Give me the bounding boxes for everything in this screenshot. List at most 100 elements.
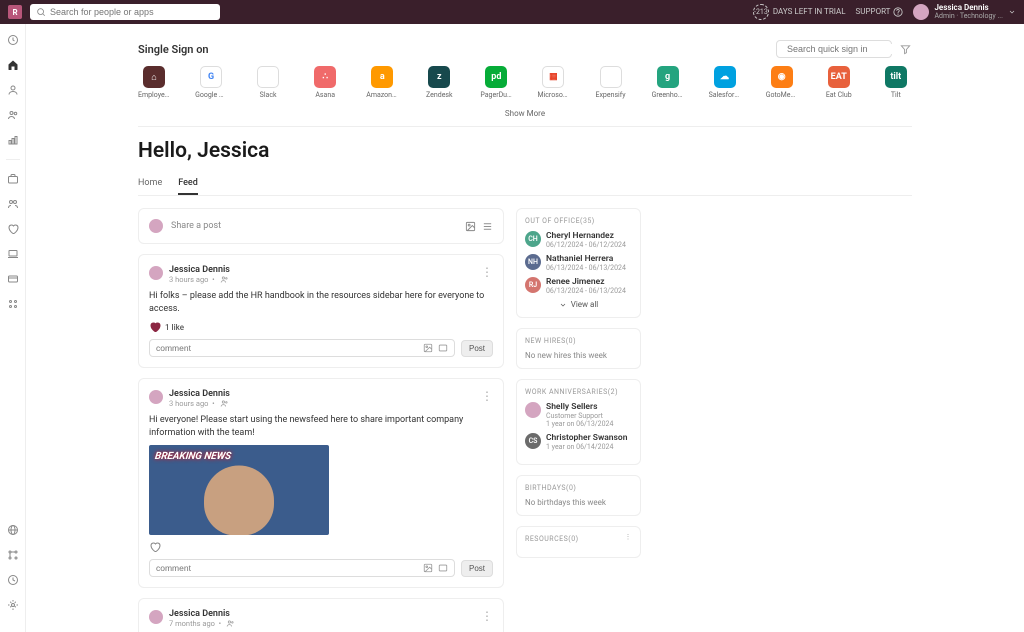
post-author[interactable]: Jessica Dennis (169, 389, 230, 399)
ooo-person[interactable]: RJ Renee Jimenez06/13/2024 - 06/13/2024 (525, 277, 632, 295)
nav-settings-icon[interactable] (7, 599, 19, 611)
post-author[interactable]: Jessica Dennis (169, 265, 230, 275)
post-comment-button[interactable]: Post (461, 560, 493, 577)
view-all-link[interactable]: View all (525, 300, 632, 309)
nav-briefcase-icon[interactable] (7, 173, 19, 185)
app-label: Zendesk (423, 91, 455, 99)
more-icon[interactable]: ⋮ (625, 533, 633, 541)
tab-home[interactable]: Home (138, 173, 162, 195)
person-role: 1 year on 06/14/2024 (546, 443, 627, 451)
sso-app[interactable]: EATEat Club (823, 66, 855, 99)
support-link[interactable]: SUPPORT (856, 7, 904, 17)
comment-input-wrap[interactable] (149, 339, 455, 357)
avatar (913, 4, 929, 20)
sso-title: Single Sign on (138, 43, 209, 56)
sso-app[interactable]: pdPagerDuty (480, 66, 512, 99)
gif-icon[interactable] (438, 563, 448, 573)
nav-laptop-icon[interactable] (7, 248, 19, 260)
anniv-person[interactable]: Shelly SellersCustomer Support1 year on … (525, 402, 632, 428)
left-nav (0, 24, 26, 632)
ooo-person[interactable]: CH Cheryl Hernandez06/12/2024 - 06/12/20… (525, 231, 632, 249)
comment-input[interactable] (156, 343, 423, 353)
people-icon (220, 275, 229, 284)
global-search-input[interactable] (50, 7, 214, 17)
nav-history-icon[interactable] (7, 574, 19, 586)
anniv-person[interactable]: CS Christopher Swanson1 year on 06/14/20… (525, 433, 632, 451)
app-label: PagerDuty (480, 91, 512, 99)
sso-app[interactable]: z Zendesk (423, 66, 455, 99)
person-dates: 06/13/2024 - 06/13/2024 (546, 264, 626, 272)
sso-filter-button[interactable] (898, 42, 912, 56)
app-tile: ⌂ (143, 66, 165, 88)
person-name: Nathaniel Herrera (546, 254, 626, 264)
nav-globe-icon[interactable] (7, 524, 19, 536)
sso-app[interactable]: gGreenhouse (652, 66, 684, 99)
sso-app[interactable]: tiltTilt (880, 66, 912, 99)
post-menu[interactable]: ⋮ (481, 609, 493, 623)
app-logo[interactable]: R (8, 5, 22, 19)
post-menu[interactable]: ⋮ (481, 265, 493, 279)
person-name: Shelly Sellers (546, 402, 613, 412)
sso-app[interactable]: ◉ GotoMeet... (766, 66, 798, 99)
sso-show-more[interactable]: Show More (138, 105, 912, 126)
sso-app[interactable]: ⁜Slack (252, 66, 284, 99)
sso-app[interactable]: ☁Salesforce (709, 66, 741, 99)
share-input[interactable]: Share a post (171, 221, 457, 231)
share-card: Share a post (138, 208, 504, 244)
sso-app[interactable]: ⌂Employee ... (138, 66, 170, 99)
nav-team-icon[interactable] (7, 198, 19, 210)
nav-heart-icon[interactable] (7, 223, 19, 235)
like-button[interactable] (149, 541, 161, 553)
sso-search[interactable] (776, 40, 892, 58)
sso-app[interactable]: GGoogle W... (195, 66, 227, 99)
app-tile: z (428, 66, 450, 88)
app-label: Amazon ... (366, 91, 398, 99)
app-tile: ☁ (714, 66, 736, 88)
global-search[interactable] (30, 4, 220, 20)
tab-feed[interactable]: Feed (178, 173, 198, 195)
post-menu[interactable]: ⋮ (481, 389, 493, 403)
post-author[interactable]: Jessica Dennis (169, 609, 235, 619)
sso-app[interactable]: ∴Asana (309, 66, 341, 99)
nav-reports-icon[interactable] (7, 134, 19, 146)
nav-card-icon[interactable] (7, 273, 19, 285)
like-button[interactable] (149, 321, 161, 333)
image-icon[interactable] (423, 563, 433, 573)
app-tile: g (657, 66, 679, 88)
user-menu[interactable]: Jessica Dennis Admin · Technology ... (913, 4, 1016, 20)
app-tile: EAT (828, 66, 850, 88)
trial-days: -213 (753, 4, 769, 20)
newhires-title: NEW HIRES(0) (525, 337, 632, 345)
post-image[interactable]: BREAKING NEWS (149, 445, 329, 535)
nav-apps-icon[interactable] (7, 298, 19, 310)
bday-title: BIRTHDAYS(0) (525, 484, 632, 492)
nav-org-icon[interactable] (7, 549, 19, 561)
post-comment-button[interactable]: Post (461, 340, 493, 357)
image-icon[interactable] (465, 221, 476, 232)
person-dates: 06/13/2024 - 06/13/2024 (546, 287, 626, 295)
sso-search-input[interactable] (787, 44, 904, 54)
gif-icon[interactable] (438, 343, 448, 353)
feed-tabs: Home Feed (138, 173, 912, 196)
avatar: RJ (525, 277, 541, 293)
chevron-down-icon (559, 301, 567, 309)
main-scroll[interactable]: Single Sign on ⌂Employee ... GGoogle W...… (26, 24, 1024, 632)
sso-app[interactable]: EExpensify (595, 66, 627, 99)
nav-home-icon[interactable] (7, 59, 19, 71)
comment-input[interactable] (156, 563, 423, 573)
image-icon[interactable] (423, 343, 433, 353)
app-label: GotoMeet... (766, 91, 798, 99)
sso-app[interactable]: aAmazon ... (366, 66, 398, 99)
greeting: Hello, Jessica (138, 139, 912, 163)
nav-people-icon[interactable] (7, 109, 19, 121)
poll-icon[interactable] (482, 221, 493, 232)
sso-app[interactable]: ▦Microsoft ... (537, 66, 569, 99)
comment-input-wrap[interactable] (149, 559, 455, 577)
app-tile: ◉ (771, 66, 793, 88)
nav-person-icon[interactable] (7, 84, 19, 96)
ooo-person[interactable]: NH Nathaniel Herrera06/13/2024 - 06/13/2… (525, 254, 632, 272)
filter-icon (900, 44, 911, 55)
app-tile: tilt (885, 66, 907, 88)
avatar (149, 266, 163, 280)
nav-dashboard-icon[interactable] (7, 34, 19, 46)
